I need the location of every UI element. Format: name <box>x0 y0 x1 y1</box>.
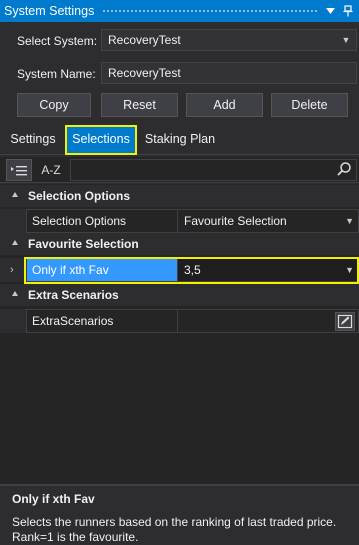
property-grid-toolbar: A-Z <box>0 157 359 183</box>
chevron-down-icon[interactable]: ▼ <box>345 210 354 232</box>
chevron-down-icon[interactable]: ▼ <box>345 259 354 281</box>
property-value-dropdown[interactable]: Favourite Selection ▼ <box>177 209 359 233</box>
search-input[interactable] <box>70 159 357 181</box>
tab-strip: Settings Selections Staking Plan <box>0 125 359 155</box>
window-title: System Settings <box>4 4 95 18</box>
description-panel: Only if xth Fav Selects the runners base… <box>0 486 359 545</box>
system-name-label: System Name: <box>17 67 96 81</box>
select-system-dropdown[interactable]: RecoveryTest ▼ <box>101 29 357 51</box>
category-extra-scenarios[interactable]: Extra Scenarios <box>0 284 359 306</box>
chevron-down-icon[interactable]: ▼ <box>340 30 352 50</box>
system-name-value: RecoveryTest <box>108 66 181 80</box>
property-name: ExtraScenarios <box>26 309 177 333</box>
edit-icon[interactable] <box>335 312 355 331</box>
property-value: Favourite Selection <box>184 214 287 228</box>
row-gutter <box>0 209 26 233</box>
property-name: Only if xth Fav <box>26 258 177 282</box>
reset-button[interactable]: Reset <box>101 93 178 117</box>
property-row-selection-options[interactable]: Selection Options Favourite Selection ▼ <box>0 209 359 233</box>
tab-staking-plan[interactable]: Staking Plan <box>140 125 220 155</box>
window-title-bar: System Settings <box>0 0 359 22</box>
pin-icon[interactable] <box>341 4 355 18</box>
search-icon[interactable] <box>336 161 352 179</box>
system-name-field[interactable]: RecoveryTest <box>101 62 357 84</box>
collapse-triangle-icon[interactable] <box>12 291 18 296</box>
property-row-extra-scenarios[interactable]: ExtraScenarios <box>0 309 359 333</box>
collapse-triangle-icon[interactable] <box>12 240 18 245</box>
tab-settings[interactable]: Settings <box>4 125 62 155</box>
chevron-right-icon: › <box>10 264 14 276</box>
property-name: Selection Options <box>26 209 177 233</box>
category-label: Extra Scenarios <box>28 288 119 302</box>
select-system-label: Select System: <box>17 34 98 48</box>
copy-button[interactable]: Copy <box>17 93 91 117</box>
delete-button[interactable]: Delete <box>271 93 348 117</box>
category-favourite-selection[interactable]: Favourite Selection <box>0 233 359 255</box>
category-label: Selection Options <box>28 189 131 203</box>
alphabetical-sort-button[interactable]: A-Z <box>36 159 66 181</box>
tab-selections[interactable]: Selections <box>65 125 137 155</box>
category-label: Favourite Selection <box>28 237 139 251</box>
chevron-down-icon[interactable] <box>323 4 337 18</box>
collapse-triangle-icon[interactable] <box>12 192 18 197</box>
system-name-row: System Name: RecoveryTest <box>0 62 359 86</box>
title-bar-grip[interactable] <box>102 8 317 14</box>
description-line-2: Rank=1 is the favourite. <box>12 530 139 544</box>
property-grid: Selection Options Selection Options Favo… <box>0 184 359 484</box>
add-button[interactable]: Add <box>186 93 263 117</box>
row-gutter <box>0 309 26 333</box>
description-line-1: Selects the runners based on the ranking… <box>12 515 337 529</box>
category-selection-options[interactable]: Selection Options <box>0 185 359 207</box>
property-value-field[interactable] <box>177 309 359 333</box>
select-system-value: RecoveryTest <box>108 33 181 47</box>
categorized-list-icon[interactable] <box>6 159 32 181</box>
description-title: Only if xth Fav <box>12 492 95 506</box>
property-row-only-if-xth-fav[interactable]: › Only if xth Fav 3,5 ▼ <box>0 258 359 282</box>
property-value-dropdown[interactable]: 3,5 ▼ <box>177 258 359 282</box>
select-system-row: Select System: RecoveryTest ▼ <box>0 29 359 53</box>
property-value: 3,5 <box>184 263 201 277</box>
